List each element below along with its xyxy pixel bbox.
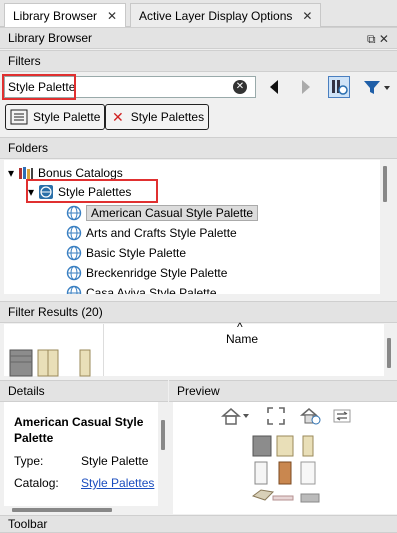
folder-highlight-box [26,179,158,203]
library-view-toggle-icon[interactable] [328,76,350,98]
results-thumbnail-column [4,324,104,378]
tree-item-american-casual[interactable]: American Casual Style Palette [66,204,259,222]
filters-header: Filters [0,50,397,72]
forward-arrow-icon[interactable] [295,76,317,98]
tree-item-casa-aviva[interactable]: Casa Aviva Style Palette [66,284,217,294]
details-scrollbar[interactable] [158,402,168,514]
tree-item-basic[interactable]: Basic Style Palette [66,244,186,262]
chevron-down-icon[interactable]: ▾ [8,166,14,180]
details-hscrollbar[interactable] [4,506,159,514]
tree-item-breckenridge[interactable]: Breckenridge Style Palette [66,264,227,282]
globe-icon [66,285,82,294]
details-title: American Casual Style Palette [14,415,144,445]
name-column-header[interactable]: Name [226,332,258,346]
panel-title-bar: Library Browser ⧉ ✕ [0,27,397,49]
tree-item-label: Casa Aviva Style Palette [86,286,217,294]
panel-title: Library Browser [8,31,93,45]
tree-item-label: Breckenridge Style Palette [86,266,228,280]
chip-style-palette[interactable]: Style Palette [5,104,106,130]
details-header: Details [0,380,168,402]
preview-header: Preview [169,380,397,402]
folders-header-label: Folders [8,141,49,155]
folders-header: Folders [0,137,397,159]
search-row: ✕ [0,73,397,103]
filter-results-header: Filter Results (20) [0,301,397,323]
tab-active-layer-display-options[interactable]: Active Layer Display Options ✕ [130,3,322,27]
render-view-icon[interactable] [299,406,321,429]
catalog-label: Catalog: [14,476,59,490]
scrollbar-thumb[interactable] [383,166,387,202]
toolbar-header-label: Toolbar [8,517,48,531]
style-palette-preview-image [251,435,320,503]
toolbar-header: Toolbar [0,515,397,533]
filter-results-header-label: Filter Results (20) [8,305,103,319]
fit-view-icon[interactable] [266,406,286,429]
refresh-view-icon[interactable] [331,406,353,429]
text-lines-icon [10,109,28,125]
preview-header-label: Preview [177,384,220,398]
tab-bar: Library Browser ✕ Active Layer Display O… [0,0,397,28]
back-arrow-icon[interactable] [263,76,285,98]
chip-label: Style Palettes [130,110,205,124]
folder-tree: ▾ Bonus Catalogs ▾ Style Palettes Americ… [4,160,390,294]
globe-icon [66,225,82,241]
scrollbar-thumb[interactable] [387,338,391,368]
scrollbar-thumb[interactable] [12,508,112,512]
close-icon[interactable]: ✕ [302,9,312,23]
details-header-label: Details [8,384,45,398]
panel-float-close-icons[interactable]: ⧉ ✕ [367,32,389,47]
filters-header-label: Filters [8,54,41,68]
tab-library-browser[interactable]: Library Browser ✕ [4,3,127,28]
close-icon[interactable]: ✕ [107,9,117,23]
filter-results-list: ^ Name [4,320,394,378]
tab-label: Active Layer Display Options [139,8,293,23]
tree-item-label: American Casual Style Palette [86,205,259,221]
tree-item-label: Bonus Catalogs [38,166,123,180]
globe-icon [66,205,82,221]
catalog-books-icon [19,167,34,179]
cabinet-thumbnails-icon[interactable] [8,348,104,378]
globe-icon [66,265,82,281]
tree-item-label: Basic Style Palette [86,246,187,260]
tree-item-label: Arts and Crafts Style Palette [86,226,237,240]
tree-item-arts-and-crafts[interactable]: Arts and Crafts Style Palette [66,224,237,242]
catalog-link[interactable]: Style Palettes [81,476,154,490]
scrollbar-thumb[interactable] [161,420,165,450]
chip-style-palettes[interactable]: ✕ Style Palettes [105,104,210,130]
globe-icon [66,245,82,261]
details-pane: American Casual Style Palette Type: Styl… [4,402,168,514]
folder-scrollbar[interactable] [380,160,390,294]
filter-chips-row: Style Palette ✕ Style Palettes [0,103,397,133]
chip-label: Style Palette [33,110,101,124]
type-label: Type: [14,454,44,468]
home-view-icon[interactable] [221,406,251,429]
type-value: Style Palette [81,454,149,468]
clear-search-icon[interactable]: ✕ [233,80,247,94]
results-scrollbar[interactable] [384,324,394,376]
filter-funnel-icon[interactable] [360,76,394,98]
remove-filter-icon[interactable]: ✕ [110,109,126,126]
preview-pane [173,402,397,514]
tab-label: Library Browser [13,9,98,23]
search-highlight-box [2,74,76,100]
